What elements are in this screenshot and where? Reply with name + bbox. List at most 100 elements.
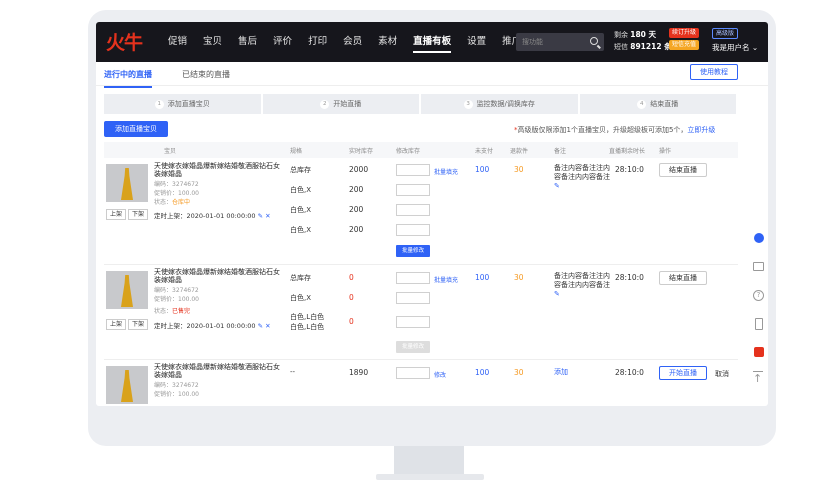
stock-input[interactable] (396, 164, 430, 176)
cancel-link[interactable]: 取消 (715, 369, 729, 379)
product-thumbnail[interactable] (106, 164, 148, 202)
back-to-top-icon[interactable]: ↑ (753, 371, 764, 384)
product-status: 状态：仓库中 (154, 199, 190, 207)
product-price: 促销价：100.00 (154, 391, 199, 398)
stock-input[interactable] (396, 316, 430, 328)
stock-value: 2000 (349, 165, 369, 174)
notice-text: 高级版仅限添加1个直播宝贝，升级超级板可添加5个， (517, 126, 688, 134)
search-input[interactable]: 搜功能 (516, 33, 604, 51)
status-badge: 仓库中 (172, 199, 191, 206)
unpaid-count[interactable]: 100 (475, 165, 489, 174)
stock-value: 0 (349, 293, 354, 302)
sms-recharge-button[interactable]: 短信充值 (669, 40, 700, 50)
help-icon[interactable]: ? (753, 290, 764, 301)
stock-value: 200 (349, 185, 364, 194)
step-progress: 1 添加直播宝贝 2 开始直播 3 监控数据/调换库存 4 结束直播 (104, 94, 738, 114)
stock-input[interactable] (396, 272, 430, 284)
nav-item-print[interactable]: 打印 (300, 22, 335, 62)
delist-button[interactable]: 下架 (128, 209, 148, 220)
spec-item: 白色,X (290, 186, 312, 194)
remark-text: 备注内容备注注内容备注内内容备注 ✎ (554, 164, 610, 191)
modify-stock-link[interactable]: 修改 (434, 370, 446, 379)
table-row: 天使嫁衣嫁婚晶爆新嫁结婚敬酒服钻石女装嫁婚晶 编码：3274672 促销价：10… (104, 265, 738, 360)
renew-upgrade-button[interactable]: 续订升级 (669, 28, 700, 38)
dress-image (121, 275, 133, 307)
header-actions: 操作 (659, 148, 672, 155)
unpaid-count[interactable]: 100 (475, 273, 489, 282)
version-badge: 高级版 (712, 28, 739, 39)
tab-ended-live[interactable]: 已结束的直播 (182, 69, 230, 80)
stock-value: 0 (349, 273, 354, 282)
stock-value: 0 (349, 317, 354, 326)
product-code: 编码：3274672 (154, 181, 199, 188)
mobile-icon[interactable] (755, 318, 763, 330)
end-live-button[interactable]: 结束直播 (659, 163, 707, 177)
end-live-button[interactable]: 结束直播 (659, 271, 707, 285)
search-icon[interactable] (590, 37, 598, 45)
close-icon[interactable]: ✕ (265, 322, 270, 330)
remark-content: 备注内容备注注内容备注内内容备注 (554, 272, 610, 289)
step-1: 1 添加直播宝贝 (104, 94, 261, 114)
step-3-label: 监控数据/调换库存 (476, 100, 535, 108)
step-2-number: 2 (320, 99, 330, 109)
product-price: 促销价：100.00 (154, 190, 199, 197)
chat-icon[interactable] (753, 262, 764, 271)
header-unpaid: 未支付 (475, 148, 494, 155)
gift-icon[interactable] (754, 347, 764, 357)
product-title[interactable]: 天使嫁衣嫁婚晶爆新嫁结婚敬酒服钻石女装嫁婚晶 (154, 268, 280, 284)
refund-count: 30 (514, 368, 524, 377)
product-title[interactable]: 天使嫁衣嫁婚晶爆新嫁结婚敬酒服钻石女装嫁婚晶 (154, 363, 280, 379)
stock-input[interactable] (396, 292, 430, 304)
nav-item-aftersale[interactable]: 售后 (230, 22, 265, 62)
top-nav: 火牛 促销 宝贝 售后 评价 打印 会员 素材 直播有板 设置 推广 搜功能 剩… (96, 22, 768, 62)
notification-icon[interactable] (754, 233, 764, 243)
delist-button[interactable]: 下架 (128, 319, 148, 330)
tab-active-live[interactable]: 进行中的直播 (104, 69, 152, 88)
edit-icon[interactable]: ✎ (554, 290, 560, 298)
nav-item-promotion[interactable]: 促销 (160, 22, 195, 62)
table-header: 宝贝 规格 实时库存 修改库存 未支付 退款件 备注 直播剩余时长 操作 (104, 142, 738, 158)
upgrade-notice: *高级版仅限添加1个直播宝贝，升级超级板可添加5个，立即升级 (514, 125, 715, 135)
stock-input[interactable] (396, 184, 430, 196)
product-status: 状态：已售完 (154, 308, 190, 316)
add-live-product-button[interactable]: 添加直播宝贝 (104, 121, 168, 137)
live-tabs: 进行中的直播 已结束的直播 (96, 62, 768, 88)
nav-item-assets[interactable]: 素材 (370, 22, 405, 62)
list-button[interactable]: 上架 (106, 319, 126, 330)
nav-item-members[interactable]: 会员 (335, 22, 370, 62)
spec-item: 白色,L白色 (290, 323, 325, 331)
app-screen: 火牛 促销 宝贝 售后 评价 打印 会员 素材 直播有板 设置 推广 搜功能 剩… (96, 22, 768, 406)
batch-fill-link[interactable]: 批量填充 (434, 167, 458, 176)
nav-item-reviews[interactable]: 评价 (265, 22, 300, 62)
step-2-label: 开始直播 (333, 100, 362, 108)
batch-modify-button[interactable]: 批量修改 (396, 245, 430, 257)
product-thumbnail[interactable] (106, 271, 148, 309)
edit-icon[interactable]: ✎ (258, 322, 263, 330)
nav-item-products[interactable]: 宝贝 (195, 22, 230, 62)
edit-icon[interactable]: ✎ (258, 212, 263, 220)
close-icon[interactable]: ✕ (265, 212, 270, 220)
header-time-left: 直播剩余时长 (609, 148, 646, 155)
stock-input[interactable] (396, 224, 430, 236)
header-remark: 备注 (554, 148, 567, 155)
upgrade-now-link[interactable]: 立即升级 (687, 126, 715, 134)
start-live-button[interactable]: 开始直播 (659, 366, 707, 380)
nav-item-settings[interactable]: 设置 (459, 22, 494, 62)
unpaid-count[interactable]: 100 (475, 368, 489, 377)
product-title[interactable]: 天使嫁衣嫁婚晶爆新嫁结婚敬酒服钻石女装嫁婚晶 (154, 162, 280, 178)
quota-days-label: 剩余 (614, 31, 628, 39)
tutorial-button[interactable]: 使用教程 (690, 64, 738, 80)
list-button[interactable]: 上架 (106, 209, 126, 220)
stock-input[interactable] (396, 367, 430, 379)
edit-icon[interactable]: ✎ (554, 182, 560, 190)
add-remark-link[interactable]: 添加 (554, 368, 610, 377)
nav-item-live[interactable]: 直播有板 (405, 22, 459, 62)
batch-fill-link[interactable]: 批量填充 (434, 275, 458, 284)
user-menu[interactable]: 我是用户名 ⌄ (712, 42, 758, 53)
batch-modify-button[interactable]: 批量修改 (396, 341, 430, 353)
stock-input[interactable] (396, 204, 430, 216)
step-1-label: 添加直播宝贝 (167, 100, 210, 108)
monitor-base (376, 474, 484, 480)
logo[interactable]: 火牛 (106, 28, 143, 55)
product-thumbnail[interactable] (106, 366, 148, 404)
